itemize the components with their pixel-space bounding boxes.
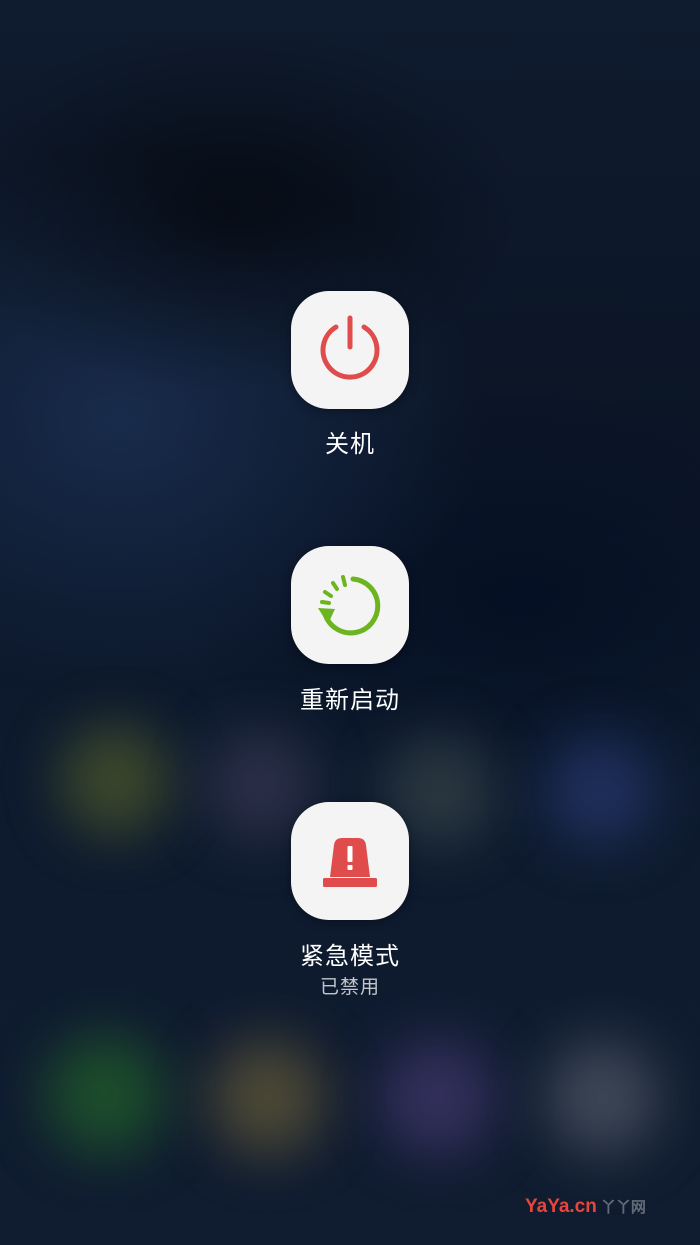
blurred-app-icon — [60, 725, 170, 835]
restart-icon — [318, 575, 381, 636]
emergency-mode-label: 紧急模式 — [300, 942, 400, 970]
blurred-app-icon — [545, 735, 655, 845]
siren-icon — [323, 838, 377, 887]
restart-button[interactable] — [291, 546, 409, 664]
watermark-suffix: 丫丫网 — [600, 1199, 646, 1216]
power-off-label: 关机 — [325, 430, 375, 458]
power-menu-screen: 关机 重新启动 紧急模式 已禁用 YaYa.cn 丫丫网 — [0, 0, 700, 1245]
blurred-app-icon — [545, 1040, 660, 1155]
blurred-app-icon — [45, 1035, 165, 1155]
watermark-brand: YaYa.cn — [525, 1196, 597, 1217]
power-icon — [320, 315, 380, 380]
emergency-mode-status: 已禁用 — [319, 976, 380, 998]
watermark: YaYa.cn 丫丫网 — [525, 1196, 646, 1218]
restart-label: 重新启动 — [300, 686, 400, 714]
blurred-app-icon — [380, 1040, 495, 1155]
blurred-app-icon — [210, 1040, 325, 1155]
emergency-mode-button[interactable] — [291, 802, 409, 920]
power-off-button[interactable] — [291, 291, 409, 409]
